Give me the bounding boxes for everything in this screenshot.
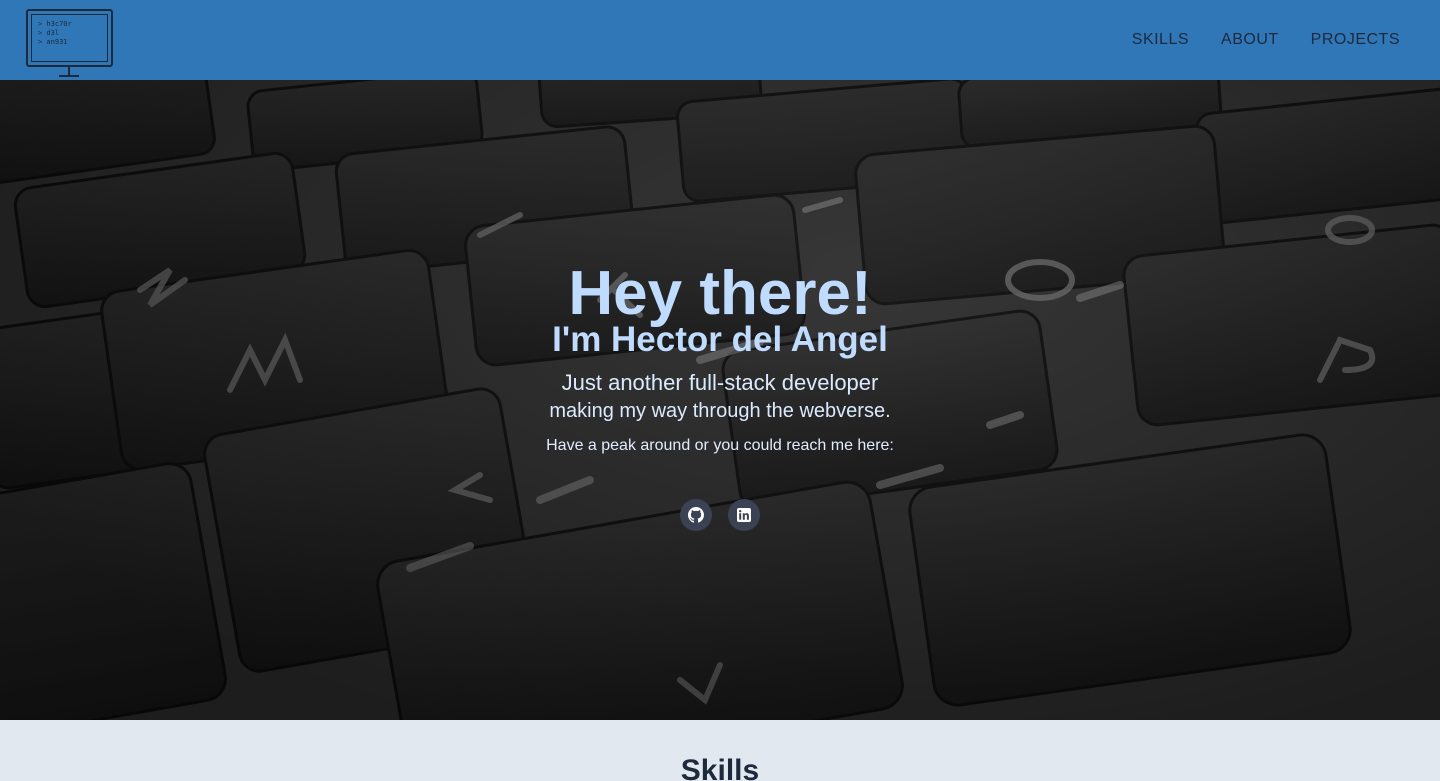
skills-heading: Skills <box>680 754 760 781</box>
nav-link-skills[interactable]: SKILLS <box>1132 31 1189 49</box>
hero-tagline-line-2: making my way through the webverse. <box>549 400 891 422</box>
hero-name: I'm Hector del Angel <box>552 320 888 359</box>
nav-link-projects[interactable]: PROJECTS <box>1311 31 1400 49</box>
social-links <box>680 499 760 531</box>
hero-tagline-line-1: Just another full-stack developer <box>561 370 879 395</box>
logo-text: > h3c70r > d3l > an931 <box>31 14 108 62</box>
logo[interactable]: > h3c70r > d3l > an931 <box>26 7 114 77</box>
github-icon <box>688 507 704 523</box>
hero-title: Hey there! <box>568 259 872 328</box>
site-header: > h3c70r > d3l > an931 SKILLS ABOUT PROJ… <box>0 0 1440 80</box>
linkedin-icon <box>737 508 751 522</box>
linkedin-link-button[interactable] <box>728 499 760 531</box>
monitor-icon: > h3c70r > d3l > an931 <box>26 9 113 67</box>
hero-section: Hey there! I'm Hector del Angel Just ano… <box>0 80 1440 720</box>
nav-link-about[interactable]: ABOUT <box>1221 31 1279 49</box>
skills-section: Skills <box>0 720 1440 781</box>
main-nav: SKILLS ABOUT PROJECTS <box>1132 31 1400 49</box>
github-link-button[interactable] <box>680 499 712 531</box>
hero-contact-prompt: Have a peak around or you could reach me… <box>546 437 894 454</box>
